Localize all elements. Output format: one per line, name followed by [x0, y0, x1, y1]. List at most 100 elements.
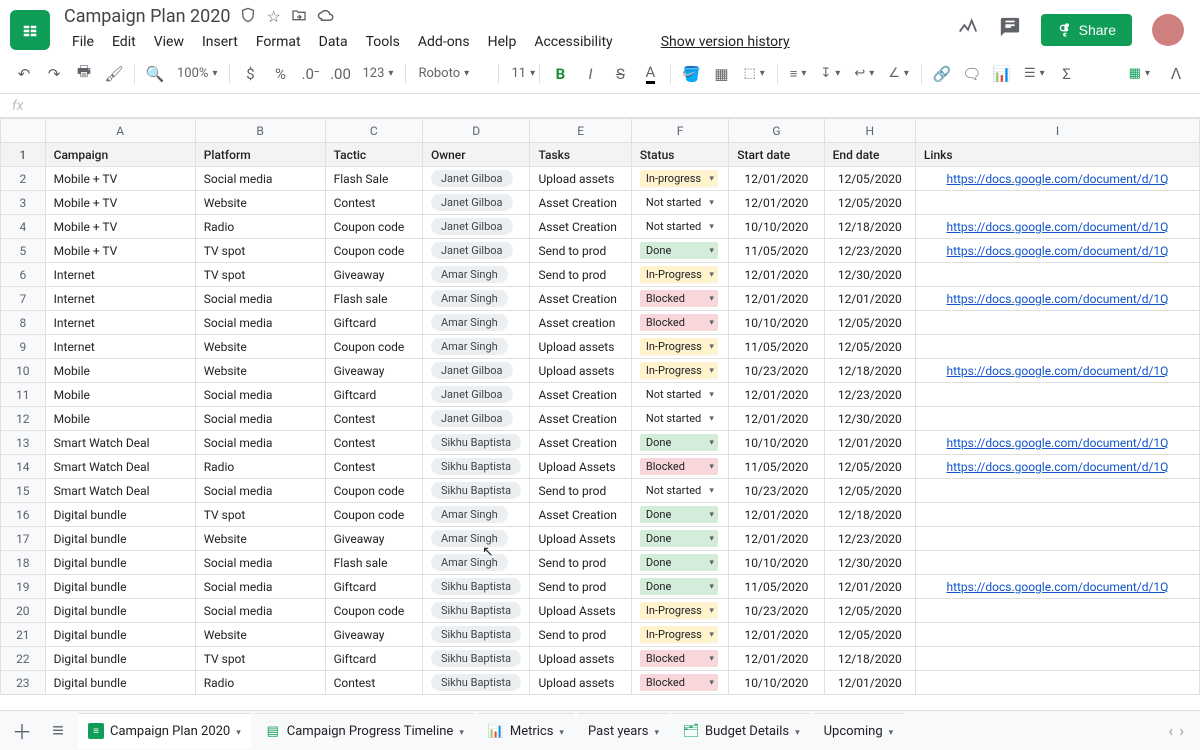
cell-start-date[interactable]: 10/23/2020	[729, 599, 824, 623]
cell-link[interactable]	[915, 263, 1199, 287]
cell-start-date[interactable]: 12/01/2020	[729, 287, 824, 311]
cell-tactic[interactable]: Flash Sale	[325, 167, 422, 191]
cell-link[interactable]: https://docs.google.com/document/d/1Q	[915, 455, 1199, 479]
cell-owner[interactable]: Sikhu Baptista	[422, 431, 530, 455]
cell-start-date[interactable]: 11/05/2020	[729, 455, 824, 479]
row-head-13[interactable]: 13	[1, 431, 46, 455]
cell-status[interactable]: Not started	[631, 407, 728, 431]
cell-link[interactable]	[915, 311, 1199, 335]
cell-link[interactable]: https://docs.google.com/document/d/1Q	[915, 215, 1199, 239]
cell-end-date[interactable]: 12/01/2020	[824, 671, 915, 695]
owner-chip[interactable]: Sikhu Baptista	[431, 650, 521, 667]
row-head-20[interactable]: 20	[1, 599, 46, 623]
cell-tasks[interactable]: Upload assets	[530, 359, 631, 383]
status-dropdown[interactable]: Done	[640, 506, 718, 523]
cell-tactic[interactable]: Coupon code	[325, 215, 422, 239]
status-dropdown[interactable]: Not started	[640, 386, 718, 403]
cell-owner[interactable]: Amar Singh	[422, 263, 530, 287]
sheet-tab-0[interactable]: ≡Campaign Plan 2020	[78, 713, 251, 749]
row-head-14[interactable]: 14	[1, 455, 46, 479]
share-button[interactable]: Share	[1041, 14, 1132, 46]
owner-chip[interactable]: Janet Gilboa	[431, 362, 513, 379]
row-head-3[interactable]: 3	[1, 191, 46, 215]
sheet-tab-3[interactable]: Past years	[578, 713, 669, 749]
add-sheet-button[interactable]: ＋	[6, 715, 38, 747]
cell-tactic[interactable]: Giveaway	[325, 263, 422, 287]
redo-button[interactable]: ↷	[40, 60, 68, 88]
cell-platform[interactable]: TV spot	[195, 263, 325, 287]
zoom-select[interactable]: 100%	[171, 66, 223, 81]
italic-button[interactable]: I	[576, 60, 604, 88]
cell-link[interactable]: https://docs.google.com/document/d/1Q	[915, 431, 1199, 455]
header-cell-8[interactable]: Links	[915, 143, 1199, 167]
cell-tactic[interactable]: Coupon code	[325, 479, 422, 503]
cell-link[interactable]	[915, 527, 1199, 551]
cell-end-date[interactable]: 12/05/2020	[824, 455, 915, 479]
cell-link[interactable]: https://docs.google.com/document/d/1Q	[915, 287, 1199, 311]
cell-owner[interactable]: Sikhu Baptista	[422, 455, 530, 479]
cell-start-date[interactable]: 12/01/2020	[729, 263, 824, 287]
cell-tasks[interactable]: Send to prod	[530, 575, 631, 599]
account-avatar[interactable]	[1152, 14, 1184, 46]
cell-campaign[interactable]: Mobile	[45, 407, 195, 431]
cell-start-date[interactable]: 12/01/2020	[729, 167, 824, 191]
menu-view[interactable]: View	[146, 30, 192, 54]
cell-link[interactable]	[915, 671, 1199, 695]
cell-link[interactable]	[915, 551, 1199, 575]
cell-campaign[interactable]: Smart Watch Deal	[45, 455, 195, 479]
cell-owner[interactable]: Sikhu Baptista	[422, 647, 530, 671]
merge-cells-button[interactable]: ⬚	[737, 66, 770, 81]
cell-link[interactable]	[915, 191, 1199, 215]
cell-start-date[interactable]: 12/01/2020	[729, 527, 824, 551]
cell-status[interactable]: In-progress	[631, 167, 728, 191]
cell-end-date[interactable]: 12/05/2020	[824, 479, 915, 503]
status-dropdown[interactable]: Not started	[640, 194, 718, 211]
header-cell-4[interactable]: Tasks	[530, 143, 631, 167]
row-head-10[interactable]: 10	[1, 359, 46, 383]
print-button[interactable]: 🖶	[70, 60, 98, 88]
tab-menu-chevron[interactable]	[236, 724, 241, 739]
cell-start-date[interactable]: 10/23/2020	[729, 359, 824, 383]
cell-end-date[interactable]: 12/05/2020	[824, 623, 915, 647]
cell-tactic[interactable]: Coupon code	[325, 239, 422, 263]
cell-campaign[interactable]: Digital bundle	[45, 527, 195, 551]
percent-button[interactable]: %	[266, 60, 294, 88]
version-history-link[interactable]: Show version history	[653, 30, 798, 54]
owner-chip[interactable]: Amar Singh	[431, 290, 508, 307]
tab-scroll-right[interactable]: ›	[1179, 721, 1184, 740]
cell-end-date[interactable]: 12/01/2020	[824, 287, 915, 311]
undo-button[interactable]: ↶	[10, 60, 38, 88]
cell-end-date[interactable]: 12/18/2020	[824, 647, 915, 671]
cell-owner[interactable]: Amar Singh	[422, 527, 530, 551]
status-dropdown[interactable]: Blocked	[640, 458, 718, 475]
cell-owner[interactable]: Sikhu Baptista	[422, 623, 530, 647]
cell-tasks[interactable]: Asset Creation	[530, 383, 631, 407]
cell-status[interactable]: In-Progress	[631, 263, 728, 287]
cell-tactic[interactable]: Giveaway	[325, 527, 422, 551]
tab-menu-chevron[interactable]	[795, 724, 800, 739]
cell-campaign[interactable]: Smart Watch Deal	[45, 431, 195, 455]
cell-campaign[interactable]: Internet	[45, 335, 195, 359]
cell-owner[interactable]: Sikhu Baptista	[422, 671, 530, 695]
cell-link[interactable]	[915, 647, 1199, 671]
document-title[interactable]: Campaign Plan 2020	[64, 6, 230, 27]
cell-platform[interactable]: TV spot	[195, 239, 325, 263]
cell-platform[interactable]: Website	[195, 623, 325, 647]
cell-tasks[interactable]: Upload Assets	[530, 527, 631, 551]
font-size-select[interactable]: 11	[505, 66, 533, 81]
cell-status[interactable]: Not started	[631, 383, 728, 407]
col-head-C[interactable]: C	[325, 119, 422, 143]
row-head-21[interactable]: 21	[1, 623, 46, 647]
cell-link[interactable]: https://docs.google.com/document/d/1Q	[915, 239, 1199, 263]
comments-icon[interactable]	[999, 16, 1021, 44]
header-cell-3[interactable]: Owner	[422, 143, 530, 167]
cell-platform[interactable]: Radio	[195, 671, 325, 695]
cell-tactic[interactable]: Flash sale	[325, 287, 422, 311]
col-head-A[interactable]: A	[45, 119, 195, 143]
cell-status[interactable]: Blocked	[631, 311, 728, 335]
cell-end-date[interactable]: 12/05/2020	[824, 191, 915, 215]
cell-start-date[interactable]: 12/01/2020	[729, 647, 824, 671]
owner-chip[interactable]: Sikhu Baptista	[431, 434, 521, 451]
cell-tasks[interactable]: Asset Creation	[530, 431, 631, 455]
cell-status[interactable]: Done	[631, 431, 728, 455]
